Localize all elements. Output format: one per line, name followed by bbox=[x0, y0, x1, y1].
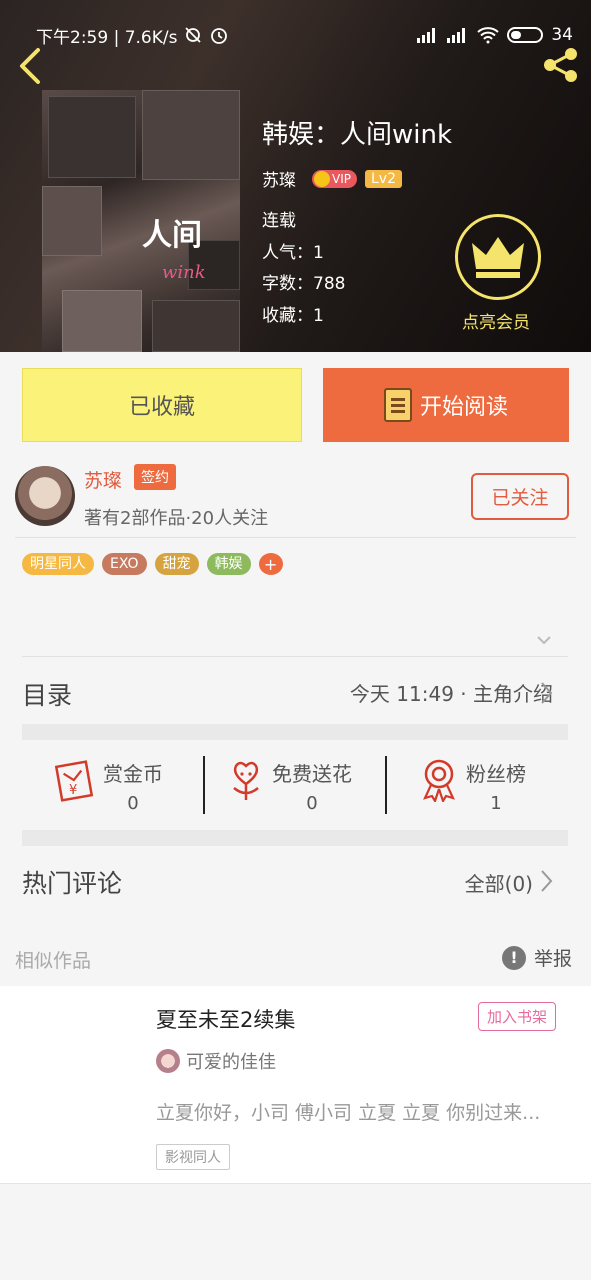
fan-rank-stat[interactable]: 粉丝榜 1 bbox=[420, 758, 526, 814]
rec-tag[interactable]: 影视同人 bbox=[156, 1144, 230, 1170]
author-name[interactable]: 苏璨 bbox=[84, 466, 122, 493]
vip-badge: VIP bbox=[312, 169, 357, 188]
flower-icon bbox=[233, 761, 259, 800]
rec-description: 立夏你好，小司 傅小司 立夏 立夏 你别过来... bbox=[156, 1102, 541, 1124]
avatar bbox=[156, 1049, 180, 1073]
followed-button[interactable]: 已关注 bbox=[471, 473, 569, 520]
chevron-right-icon bbox=[541, 870, 553, 892]
recommendation-card[interactable]: 夏至未至2续集 加入书架 可爱的佳佳 立夏你好，小司 傅小司 立夏 立夏 你别过… bbox=[0, 986, 591, 1184]
signal-icon-2 bbox=[447, 28, 466, 43]
svg-text:¥: ¥ bbox=[69, 783, 77, 798]
crown-icon bbox=[472, 237, 524, 278]
battery-icon bbox=[507, 27, 544, 43]
chevron-down-icon[interactable] bbox=[536, 632, 552, 648]
tag-item[interactable]: EXO bbox=[102, 553, 147, 575]
book-header: 下午2:59 | 7.6K/s 34 人间 wink 韩娱：人间wink 苏璨 bbox=[0, 0, 591, 352]
red-envelope-icon: ¥ bbox=[55, 760, 94, 802]
vip-badge-label: VIP bbox=[332, 171, 351, 186]
toc-latest-chapter[interactable]: 今天 11:49 · 主角介绍 bbox=[350, 678, 553, 707]
alarm-icon bbox=[211, 28, 228, 44]
book-author[interactable]: 苏璨 bbox=[262, 166, 296, 191]
level-badge: Lv2 bbox=[364, 169, 402, 188]
divider bbox=[203, 756, 205, 814]
stat-label: 赏金币 bbox=[103, 762, 163, 786]
signal-icon bbox=[417, 28, 436, 43]
reward-coins-stat[interactable]: ¥ 赏金币 0 bbox=[55, 758, 163, 814]
book-cover[interactable]: 人间 wink bbox=[42, 90, 240, 352]
report-label: 举报 bbox=[534, 948, 573, 970]
book-favorites: 收藏：1 bbox=[262, 305, 324, 326]
book-meta: 连载 人气：1 字数：788 收藏：1 bbox=[262, 206, 345, 332]
status-bar: 下午2:59 | 7.6K/s 34 bbox=[0, 0, 591, 56]
chevron-right-icon bbox=[541, 682, 553, 704]
author-avatar[interactable] bbox=[15, 466, 75, 526]
book-icon bbox=[383, 388, 412, 422]
tag-item[interactable]: 韩娱 bbox=[206, 553, 251, 575]
hot-comments-label: 热门评论 bbox=[22, 869, 123, 898]
tag-list: 明星同人 EXO 甜宠 韩娱 + bbox=[22, 553, 283, 575]
start-reading-button[interactable]: 开始阅读 bbox=[323, 368, 569, 442]
back-button[interactable] bbox=[14, 46, 44, 86]
cover-title-art: 人间 bbox=[142, 218, 202, 253]
rec-author-name: 可爱的佳佳 bbox=[186, 1052, 276, 1073]
cover-subtitle-art: wink bbox=[162, 262, 206, 283]
all-comments-link[interactable]: 全部(0) bbox=[465, 868, 533, 897]
tag-item[interactable]: 甜宠 bbox=[154, 553, 199, 575]
alarm-off-icon bbox=[185, 27, 202, 43]
wifi-icon bbox=[477, 27, 500, 44]
stat-label: 粉丝榜 bbox=[466, 762, 526, 786]
book-status: 连载 bbox=[262, 211, 296, 231]
divider bbox=[385, 756, 387, 814]
book-popularity: 人气：1 bbox=[262, 242, 324, 263]
signed-badge: 签约 bbox=[134, 464, 176, 490]
status-time: 下午2:59 | 7.6K/s bbox=[36, 27, 178, 48]
report-button[interactable]: ! 举报 bbox=[502, 944, 572, 971]
tag-item[interactable]: 明星同人 bbox=[22, 553, 94, 575]
toc-label[interactable]: 目录 bbox=[22, 676, 72, 712]
vip-promo-button[interactable] bbox=[455, 214, 541, 300]
free-flowers-stat[interactable]: 免费送花 0 bbox=[228, 758, 352, 814]
battery-level: 34 bbox=[551, 25, 573, 45]
similar-works-label: 相似作品 bbox=[15, 950, 92, 972]
stat-value: 0 bbox=[306, 793, 318, 814]
alert-icon: ! bbox=[502, 945, 526, 970]
book-title: 韩娱：人间wink bbox=[262, 120, 453, 150]
rec-title[interactable]: 夏至未至2续集 bbox=[156, 1004, 295, 1034]
favorited-button[interactable]: 已收藏 bbox=[22, 368, 302, 442]
medal-icon bbox=[422, 759, 456, 802]
stat-label: 免费送花 bbox=[272, 762, 352, 786]
rec-author[interactable]: 可爱的佳佳 bbox=[156, 1048, 276, 1074]
book-author-line: 苏璨 VIP Lv2 bbox=[262, 166, 402, 191]
favorited-label: 已收藏 bbox=[128, 395, 195, 420]
section-divider bbox=[22, 830, 568, 846]
author-subtitle: 著有2部作品·20人关注 bbox=[84, 508, 269, 529]
share-button[interactable] bbox=[540, 44, 582, 86]
stat-value: 0 bbox=[127, 793, 139, 814]
crown-icon bbox=[314, 170, 330, 187]
stat-value: 1 bbox=[490, 793, 502, 814]
divider bbox=[15, 537, 576, 538]
start-reading-label: 开始阅读 bbox=[419, 395, 508, 420]
add-tag-button[interactable]: + bbox=[258, 553, 283, 575]
divider bbox=[22, 656, 568, 657]
vip-promo-label[interactable]: 点亮会员 bbox=[462, 308, 530, 333]
add-to-shelf-button[interactable]: 加入书架 bbox=[478, 1002, 557, 1031]
section-divider bbox=[22, 724, 568, 740]
book-word-count: 字数：788 bbox=[262, 274, 346, 294]
